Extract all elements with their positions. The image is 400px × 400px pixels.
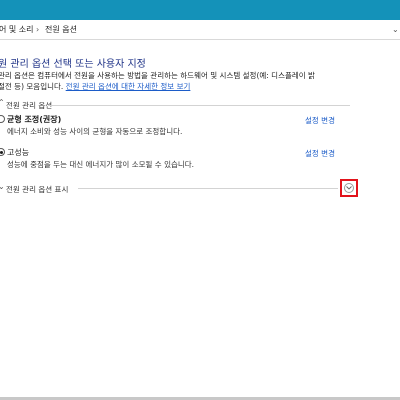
expand-additional-plans-button[interactable] — [344, 183, 354, 193]
page-description: 관리 옵션은 컴퓨터에서 전원을 사용하는 방법을 관리하는 하드웨어 및 시스… — [0, 70, 358, 92]
chevron-up-icon: ⌃ — [0, 98, 5, 107]
chevron-down-icon — [346, 186, 352, 190]
highlight-box — [340, 179, 358, 197]
plan-high-performance-change-settings-link[interactable]: 설정 변경 — [305, 148, 335, 159]
description-line-2-prefix: 절전 등) 모음입니다. — [0, 82, 64, 91]
chevron-right-icon: › — [36, 25, 40, 34]
chevron-down-icon[interactable]: ⌄ — [392, 20, 399, 39]
plan-balanced-change-settings-link[interactable]: 설정 변경 — [305, 115, 335, 126]
plan-balanced-description: 에너지 소비와 성능 사이의 균형을 자동으로 조정합니다. — [7, 127, 183, 136]
section-divider — [48, 105, 350, 106]
section-divider — [78, 188, 338, 189]
plan-high-performance-name[interactable]: 고성능 — [7, 147, 29, 158]
plan-high-performance-description: 성능에 중점을 두는 대신 에너지가 많이 소모될 수 있습니다. — [7, 160, 195, 169]
more-info-link[interactable]: 전원 관리 옵션에 대한 자세한 정보 보기 — [66, 82, 191, 91]
main-content: 원 관리 옵션 선택 또는 사용자 지정 관리 옵션은 컴퓨터에서 전원을 사용… — [0, 40, 400, 397]
description-line-1: 관리 옵션은 컴퓨터에서 전원을 사용하는 방법을 관리하는 하드웨어 및 시스… — [0, 71, 315, 80]
plan-balanced-name[interactable]: 균형 조정(권장) — [7, 114, 61, 125]
show-additional-plans-label[interactable]: 전원 관리 옵션 표시 — [6, 184, 68, 195]
description-line-2: 절전 등) 모음입니다. 전원 관리 옵션에 대한 자세한 정보 보기 — [0, 81, 358, 92]
page-title: 원 관리 옵션 선택 또는 사용자 지정 — [0, 59, 146, 70]
selected-plans-label: 전원 관리 옵션 — [6, 101, 53, 110]
breadcrumb-power-options[interactable]: 전원 옵션 — [45, 20, 77, 39]
plan-balanced-radio[interactable] — [0, 115, 5, 123]
address-bar[interactable]: 어 및 소리 › 전원 옵션 ⌄ — [0, 20, 400, 40]
plan-high-performance-radio[interactable] — [0, 148, 5, 156]
chevron-down-icon: ⌄ — [0, 182, 5, 191]
breadcrumb-hardware-sound[interactable]: 어 및 소리 — [0, 20, 34, 39]
window-titlebar — [0, 0, 400, 20]
